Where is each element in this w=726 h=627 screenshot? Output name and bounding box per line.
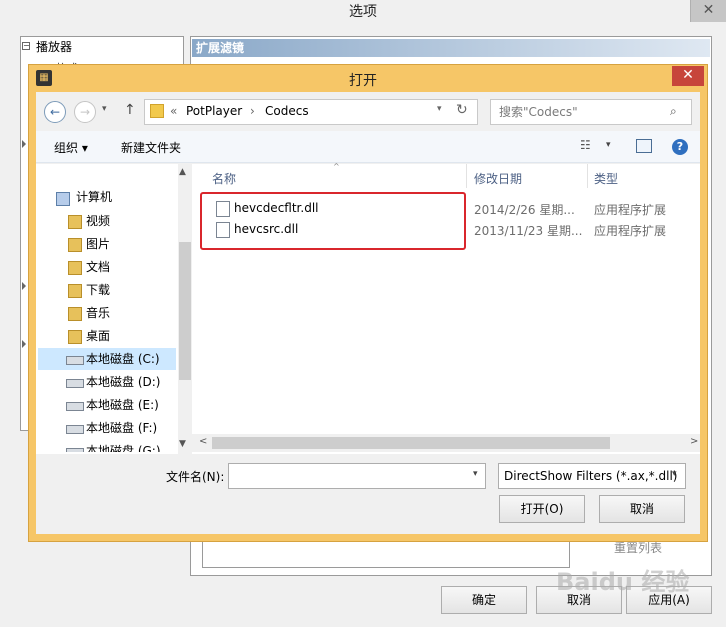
section-header: 扩展滤镜 [192, 39, 710, 57]
file-date: 2014/2/26 星期... [474, 203, 575, 217]
nav-item-drive-d[interactable]: 本地磁盘 (D:) [38, 371, 176, 393]
nav-item-pictures[interactable]: 图片 [38, 233, 176, 255]
file-type: 应用程序扩展 [594, 224, 667, 238]
nav-item-label: 本地磁盘 (C:) [86, 352, 160, 366]
chevron-down-icon[interactable]: ▾ [672, 469, 677, 479]
horizontal-scroll-thumb[interactable] [212, 437, 610, 449]
nav-item-label: 下载 [86, 283, 111, 297]
sort-ascending-icon: ^ [333, 162, 340, 171]
options-close-button[interactable]: ✕ [690, 0, 726, 22]
tree-expand-icon[interactable] [22, 282, 26, 290]
nav-item-computer[interactable]: 计算机 [56, 188, 112, 206]
folder-icon [150, 104, 164, 118]
chevron-down-icon[interactable]: ▾ [437, 104, 442, 114]
nav-item-videos[interactable]: 视频 [38, 210, 176, 232]
chevron-down-icon[interactable]: ▾ [606, 140, 611, 150]
help-icon[interactable]: ? [672, 139, 688, 155]
recent-locations-icon[interactable]: ▾ [102, 104, 107, 114]
highlight-box [200, 192, 466, 250]
breadcrumb-separator-icon[interactable]: › [250, 104, 255, 118]
search-icon[interactable]: ⌕ [670, 104, 677, 119]
nav-item-label: 桌面 [86, 329, 111, 343]
baidu-watermark: Baidu 经验 [556, 568, 690, 596]
back-arrow-icon[interactable]: ← [44, 101, 66, 123]
dialog-title: 打开 [349, 73, 377, 89]
nav-item-downloads[interactable]: 下载 [38, 279, 176, 301]
pictures-folder-icon [68, 238, 82, 252]
nav-item-label: 文档 [86, 260, 111, 274]
nav-item-label: 图片 [86, 237, 111, 251]
scroll-up-icon[interactable]: ▲ [179, 167, 186, 177]
dialog-close-button[interactable]: ✕ [672, 66, 704, 86]
app-icon: ▦ [36, 70, 52, 86]
column-divider[interactable] [466, 164, 467, 188]
drive-icon [66, 448, 84, 452]
column-divider[interactable] [587, 164, 588, 188]
nav-item-label: 本地磁盘 (E:) [86, 398, 159, 412]
nav-item-desktop[interactable]: 桌面 [38, 325, 176, 347]
scroll-left-icon[interactable]: < [199, 436, 207, 447]
nav-item-drive-e[interactable]: 本地磁盘 (E:) [38, 394, 176, 416]
tree-expand-icon[interactable] [22, 340, 26, 348]
open-button[interactable]: 打开(O) [499, 495, 585, 523]
computer-icon [56, 192, 70, 206]
refresh-icon[interactable]: ↻ [456, 102, 468, 118]
downloads-folder-icon [68, 284, 82, 298]
tree-collapse-icon[interactable]: − [22, 42, 30, 50]
nav-item-label: 视频 [86, 214, 111, 228]
filter-list[interactable] [202, 540, 570, 568]
file-type: 应用程序扩展 [594, 203, 667, 217]
options-window-title: 选项 [0, 0, 726, 30]
chevron-down-icon[interactable]: ▾ [473, 469, 478, 479]
address-chevron-icon[interactable]: « [170, 104, 177, 118]
breadcrumb-codecs[interactable]: Codecs [265, 104, 309, 118]
drive-icon [66, 425, 84, 434]
scroll-down-icon[interactable]: ▼ [179, 439, 186, 449]
nav-item-drive-g[interactable]: 本地磁盘 (G:) [38, 440, 176, 452]
breadcrumb-potplayer[interactable]: PotPlayer [186, 104, 242, 118]
cancel-button[interactable]: 取消 [599, 495, 685, 523]
filename-input[interactable] [228, 463, 486, 489]
file-type-filter-select[interactable]: DirectShow Filters (*.ax,*.dll) [498, 463, 686, 489]
drive-icon [66, 402, 84, 411]
tree-item-player[interactable]: 播放器 [36, 38, 72, 55]
column-header-date[interactable]: 修改日期 [474, 170, 522, 187]
nav-item-documents[interactable]: 文档 [38, 256, 176, 278]
nav-item-label: 音乐 [86, 306, 111, 320]
nav-scroll-thumb[interactable] [179, 242, 191, 380]
column-header-name[interactable]: 名称 [212, 170, 236, 187]
search-input[interactable]: 搜索"Codecs" [490, 99, 692, 125]
nav-item-label: 本地磁盘 (D:) [86, 375, 161, 389]
documents-folder-icon [68, 261, 82, 275]
up-arrow-icon[interactable]: ↑ [124, 102, 136, 118]
nav-item-music[interactable]: 音乐 [38, 302, 176, 324]
forward-arrow-icon[interactable]: → [74, 101, 96, 123]
nav-item-label: 本地磁盘 (G:) [86, 444, 161, 452]
drive-icon [66, 379, 84, 388]
tree-expand-icon[interactable] [22, 140, 26, 148]
filename-label: 文件名(N): [166, 470, 225, 484]
view-options-icon[interactable]: ☷ [580, 138, 591, 152]
close-icon: ✕ [702, 2, 715, 18]
file-date: 2013/11/23 星期... [474, 224, 583, 238]
nav-item-label: 本地磁盘 (F:) [86, 421, 158, 435]
preview-pane-icon[interactable] [636, 139, 652, 153]
music-folder-icon [68, 307, 82, 321]
ok-button[interactable]: 确定 [441, 586, 527, 614]
nav-item-drive-f[interactable]: 本地磁盘 (F:) [38, 417, 176, 439]
nav-item-drive-c[interactable]: 本地磁盘 (C:) [38, 348, 176, 370]
scroll-right-icon[interactable]: > [690, 436, 698, 447]
organize-button[interactable]: 组织 ▾ [54, 139, 88, 156]
drive-icon [66, 356, 84, 365]
new-folder-button[interactable]: 新建文件夹 [121, 139, 181, 156]
column-header-type[interactable]: 类型 [594, 170, 618, 187]
desktop-folder-icon [68, 330, 82, 344]
videos-folder-icon [68, 215, 82, 229]
